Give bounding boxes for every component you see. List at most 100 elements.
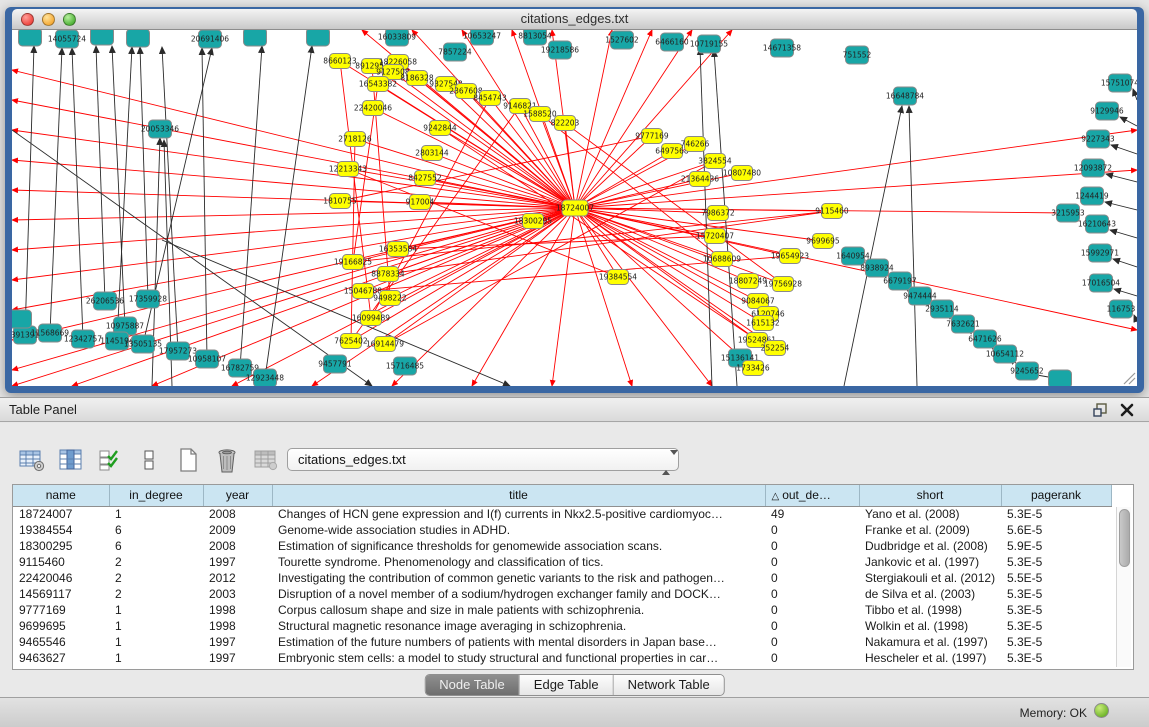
graph-node[interactable]: 20053346: [141, 120, 179, 138]
close-window-button[interactable]: [21, 13, 34, 26]
tab-network-table[interactable]: Network Table: [614, 675, 724, 695]
graph-node[interactable]: 18807249: [729, 274, 767, 289]
column-header-short[interactable]: short: [859, 485, 1001, 506]
graph-node[interactable]: 16543382: [359, 77, 397, 92]
graph-node[interactable]: 22420046: [354, 101, 392, 116]
table-scrollbar[interactable]: [1116, 507, 1131, 667]
graph-node[interactable]: 1527602: [605, 31, 639, 49]
graph-node[interactable]: 9115460: [815, 204, 849, 219]
close-panel-icon[interactable]: [1119, 402, 1135, 418]
graph-node[interactable]: 14055724: [48, 30, 86, 48]
graph-node[interactable]: 16033809: [378, 30, 416, 46]
graph-node[interactable]: 8454743: [473, 91, 507, 106]
graph-node[interactable]: [244, 30, 267, 46]
table-row[interactable]: 969969511998Structural magnetic resonanc…: [13, 618, 1111, 634]
table-row[interactable]: 2242004622012Investigating the contribut…: [13, 570, 1111, 586]
table-source-select[interactable]: citations_edges.txt: [287, 448, 679, 471]
graph-node[interactable]: 1640954: [836, 247, 870, 265]
graph-node[interactable]: 8813054: [518, 30, 552, 45]
import-table-icon[interactable]: [252, 446, 280, 474]
graph-node[interactable]: 6466160: [655, 33, 689, 51]
graph-node[interactable]: 3824554: [698, 154, 732, 169]
graph-node[interactable]: 16648784: [886, 87, 924, 105]
graph-node[interactable]: [127, 30, 150, 47]
graph-node[interactable]: 8660123: [323, 54, 357, 69]
graph-node[interactable]: [1049, 370, 1072, 386]
table-row[interactable]: 977716911998Corpus callosum shape and si…: [13, 602, 1111, 618]
tab-edge-table[interactable]: Edge Table: [520, 675, 614, 695]
resize-grip[interactable]: [1124, 373, 1135, 384]
table-row[interactable]: 1456911722003Disruption of a novel membe…: [13, 586, 1111, 602]
tab-node-table[interactable]: Node Table: [425, 675, 520, 695]
table-cell: 1: [109, 506, 203, 522]
graph-node[interactable]: 9699695: [806, 234, 840, 249]
graph-node[interactable]: 19756928: [764, 277, 802, 292]
column-header-year[interactable]: year: [203, 485, 272, 506]
column-header-name[interactable]: name: [13, 485, 109, 506]
graph-node[interactable]: 10719155: [690, 35, 728, 53]
graph-node[interactable]: 16914479: [366, 337, 404, 352]
table-row[interactable]: 946554611997Estimation of the future num…: [13, 634, 1111, 650]
svg-text:20053346: 20053346: [141, 125, 179, 134]
graph-node[interactable]: 9457791: [318, 355, 352, 373]
graph-node[interactable]: 9227343: [1081, 130, 1115, 148]
graph-node[interactable]: 20691406: [191, 30, 229, 48]
graph-node[interactable]: [91, 30, 114, 45]
graph-node[interactable]: 8427552: [408, 171, 442, 186]
graph-node[interactable]: 9242844: [423, 121, 457, 136]
table-settings-icon[interactable]: [18, 446, 46, 474]
graph-node[interactable]: 19218586: [541, 41, 579, 59]
table-row[interactable]: 1938455462009Genome-wide association stu…: [13, 522, 1111, 538]
graph-node[interactable]: 1244419: [1075, 187, 1109, 205]
table-row[interactable]: 1872400712008Changes of HCN gene express…: [13, 506, 1111, 522]
table-row[interactable]: 1830029562008Estimation of significance …: [13, 538, 1111, 554]
graph-node[interactable]: 10653247: [463, 30, 501, 45]
graph-node[interactable]: 2803144: [415, 146, 449, 161]
graph-node[interactable]: 9245652: [1010, 362, 1044, 380]
graph-node[interactable]: 10807480: [723, 166, 761, 181]
graph-node[interactable]: 917004: [406, 195, 435, 210]
network-canvas[interactable]: 14055724 20691406 16033809 785722410653247 8…: [12, 30, 1137, 386]
float-panel-icon[interactable]: [1092, 402, 1109, 419]
column-header-in_degree[interactable]: in_degree: [109, 485, 203, 506]
minimize-window-button[interactable]: [42, 13, 55, 26]
graph-node[interactable]: 822203: [551, 116, 580, 131]
graph-node[interactable]: 252254: [761, 341, 790, 356]
zoom-window-button[interactable]: [63, 13, 76, 26]
graph-node[interactable]: 1810755: [323, 194, 357, 209]
trash-icon[interactable]: [213, 446, 241, 474]
table-row[interactable]: 946362711997Embryonic stem cells: a mode…: [13, 650, 1111, 666]
graph-node[interactable]: 18300295: [514, 214, 552, 229]
graph-node[interactable]: 14671358: [763, 39, 801, 57]
table-row[interactable]: 911546021997Tourette syndrome. Phenomeno…: [13, 554, 1111, 570]
column-header-pagerank[interactable]: pagerank: [1001, 485, 1111, 506]
graph-node[interactable]: [19, 30, 42, 46]
column-header-title[interactable]: title: [272, 485, 765, 506]
graph-node[interactable]: 16099489: [352, 311, 390, 326]
graph-node[interactable]: 19384554: [599, 270, 637, 285]
graph-node[interactable]: 15751074: [1101, 74, 1137, 92]
table-column-icon[interactable]: [57, 446, 85, 474]
graph-node[interactable]: 19654923: [771, 249, 809, 264]
select-columns-icon[interactable]: [96, 446, 124, 474]
graph-node[interactable]: [12, 310, 32, 328]
graph-node[interactable]: 9129946: [1090, 102, 1124, 120]
graph-node[interactable]: 746266: [681, 137, 710, 152]
graph-node[interactable]: 1733426: [736, 361, 770, 376]
graph-node[interactable]: 7625402: [334, 334, 368, 349]
column-header-out_de[interactable]: △out_de…: [765, 485, 859, 506]
table-scrollbar-thumb[interactable]: [1119, 509, 1130, 567]
graph-node[interactable]: 8878334: [371, 267, 405, 282]
graph-node[interactable]: 2718126: [338, 132, 372, 147]
rows-icon[interactable]: [135, 446, 163, 474]
window-titlebar[interactable]: citations_edges.txt: [12, 9, 1137, 30]
graph-node[interactable]: 116753: [1107, 300, 1136, 318]
graph-node[interactable]: 751552: [843, 46, 872, 64]
graph-node[interactable]: 1615132: [746, 316, 780, 331]
graph-node[interactable]: 7632621: [946, 315, 980, 333]
graph-node[interactable]: 9777169: [635, 129, 669, 144]
graph-node[interactable]: [307, 30, 330, 46]
graph-node[interactable]: 7857224: [438, 43, 472, 61]
graph-node[interactable]: 19166825: [334, 255, 372, 270]
new-file-icon[interactable]: [174, 446, 202, 474]
